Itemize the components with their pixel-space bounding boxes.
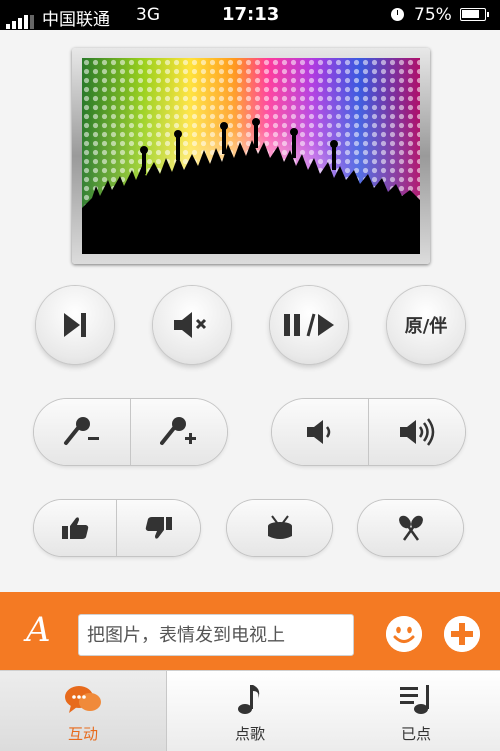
tv-preview-image	[82, 58, 420, 254]
play-pause-icon	[284, 313, 334, 337]
maracas-button-inner	[358, 500, 463, 556]
chat-bubbles-icon	[65, 686, 101, 713]
tab-bar: 互动 点歌 已点	[0, 670, 500, 751]
drum-icon	[267, 515, 292, 539]
play-pause-button[interactable]	[270, 286, 348, 364]
original-accompany-button[interactable]: 原/伴	[387, 286, 465, 364]
mic-volume-down-button[interactable]	[34, 399, 130, 465]
battery-icon	[460, 8, 489, 21]
mic-volume-control	[34, 399, 227, 465]
tab-song-request-label: 点歌	[234, 725, 265, 743]
music-note-icon	[238, 685, 260, 714]
alarm-icon	[391, 8, 404, 21]
signal-icon	[6, 9, 36, 29]
maracas-icon	[398, 515, 423, 541]
maracas-button[interactable]	[358, 500, 463, 556]
concert-crowd-image	[82, 58, 420, 254]
skip-next-icon	[64, 313, 86, 337]
drum-button-inner	[227, 500, 332, 556]
tab-queued-label: 已点	[400, 725, 431, 743]
thumbs-up-button[interactable]	[34, 500, 116, 556]
carrier-name: 中国联通	[42, 10, 110, 30]
battery-percentage: 75%	[414, 5, 452, 25]
smiley-icon	[386, 616, 422, 652]
emoji-button[interactable]	[386, 616, 422, 652]
message-bar: A	[0, 592, 500, 670]
original-accompany-label: 原/伴	[404, 316, 448, 337]
playlist-icon	[400, 685, 429, 714]
add-media-button[interactable]	[444, 616, 480, 652]
text-style-button[interactable]: A	[26, 610, 51, 650]
thumbs-down-button[interactable]	[116, 500, 200, 556]
clock-time: 17:13	[222, 4, 280, 25]
mic-volume-down-icon	[64, 417, 99, 445]
rating-control	[34, 500, 200, 556]
tab-song-request[interactable]: 点歌	[167, 671, 333, 751]
next-song-button[interactable]	[36, 286, 114, 364]
mic-volume-up-icon	[159, 417, 196, 445]
volume-down-icon	[307, 420, 331, 444]
drum-button[interactable]	[227, 500, 332, 556]
volume-up-button[interactable]	[368, 399, 465, 465]
volume-down-button[interactable]	[272, 399, 368, 465]
tab-interact[interactable]: 互动	[0, 671, 167, 751]
tab-interact-label: 互动	[67, 725, 98, 743]
mute-icon	[174, 312, 207, 338]
message-input[interactable]	[78, 614, 354, 656]
network-type: 3G	[136, 5, 160, 25]
volume-up-icon	[399, 418, 434, 446]
mute-button[interactable]	[153, 286, 231, 364]
mic-volume-up-button[interactable]	[130, 399, 227, 465]
interaction-panel: 原/伴	[0, 30, 500, 592]
tv-preview-frame	[72, 48, 430, 264]
status-bar: 中国联通 3G 17:13 75%	[0, 0, 500, 30]
tv-volume-control	[272, 399, 465, 465]
thumbs-up-icon	[62, 517, 89, 539]
tab-queued[interactable]: 已点	[333, 671, 499, 751]
thumbs-down-icon	[145, 517, 172, 539]
plus-icon	[444, 616, 480, 652]
